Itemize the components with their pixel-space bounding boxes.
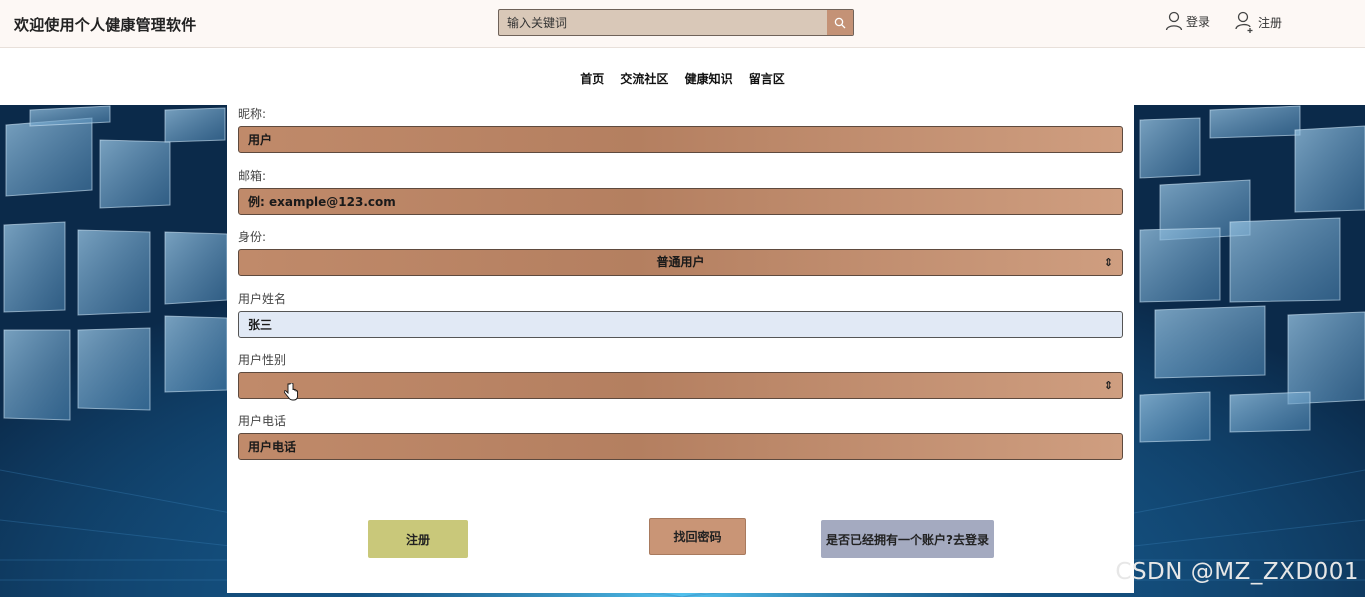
hand-cursor-icon bbox=[284, 383, 298, 401]
identity-select[interactable]: 普通用户 ⇕ bbox=[238, 249, 1123, 276]
login-link[interactable]: 登录 bbox=[1165, 11, 1210, 31]
nav-item-home[interactable]: 首页 bbox=[580, 70, 604, 87]
email-label: 邮箱: bbox=[238, 169, 267, 183]
nav-item-health-knowledge[interactable]: 健康知识 bbox=[685, 70, 733, 87]
register-link[interactable]: 注册 bbox=[1235, 11, 1282, 33]
main-nav: 首页 交流社区 健康知识 留言区 bbox=[0, 70, 1365, 87]
watermark-text: CSDN @MZ_ZXD001 bbox=[1115, 559, 1359, 585]
search-icon bbox=[834, 17, 846, 28]
gender-label: 用户性别 bbox=[238, 353, 287, 367]
search-button[interactable] bbox=[827, 10, 853, 35]
select-arrow-icon: ⇕ bbox=[1103, 256, 1113, 269]
site-title: 欢迎使用个人健康管理软件 bbox=[14, 16, 197, 34]
forgot-password-button[interactable]: 找回密码 bbox=[649, 518, 746, 555]
identity-selected-value: 普通用户 bbox=[656, 255, 705, 269]
top-header: 欢迎使用个人健康管理软件 登录 注册 bbox=[0, 0, 1365, 48]
go-login-button[interactable]: 是否已经拥有一个账户?去登录 bbox=[821, 520, 994, 558]
register-label: 注册 bbox=[1258, 15, 1283, 30]
identity-label: 身份: bbox=[238, 230, 267, 244]
email-input[interactable] bbox=[238, 188, 1123, 215]
phone-label: 用户电话 bbox=[238, 414, 287, 428]
search-input[interactable] bbox=[499, 10, 827, 35]
login-label: 登录 bbox=[1186, 14, 1211, 29]
register-button[interactable]: 注册 bbox=[368, 520, 468, 558]
username-input[interactable] bbox=[238, 311, 1123, 338]
gender-select[interactable]: ⇕ bbox=[238, 372, 1123, 399]
phone-input[interactable] bbox=[238, 433, 1123, 460]
select-arrow-icon: ⇕ bbox=[1103, 379, 1113, 392]
user-icon bbox=[1165, 11, 1183, 31]
nav-item-message-board[interactable]: 留言区 bbox=[749, 70, 785, 87]
user-add-icon bbox=[1235, 11, 1253, 33]
nickname-input[interactable] bbox=[238, 126, 1123, 153]
nav-item-community[interactable]: 交流社区 bbox=[620, 70, 668, 87]
username-label: 用户姓名 bbox=[238, 292, 287, 306]
nickname-label: 昵称: bbox=[238, 107, 267, 121]
search-box bbox=[498, 9, 854, 36]
